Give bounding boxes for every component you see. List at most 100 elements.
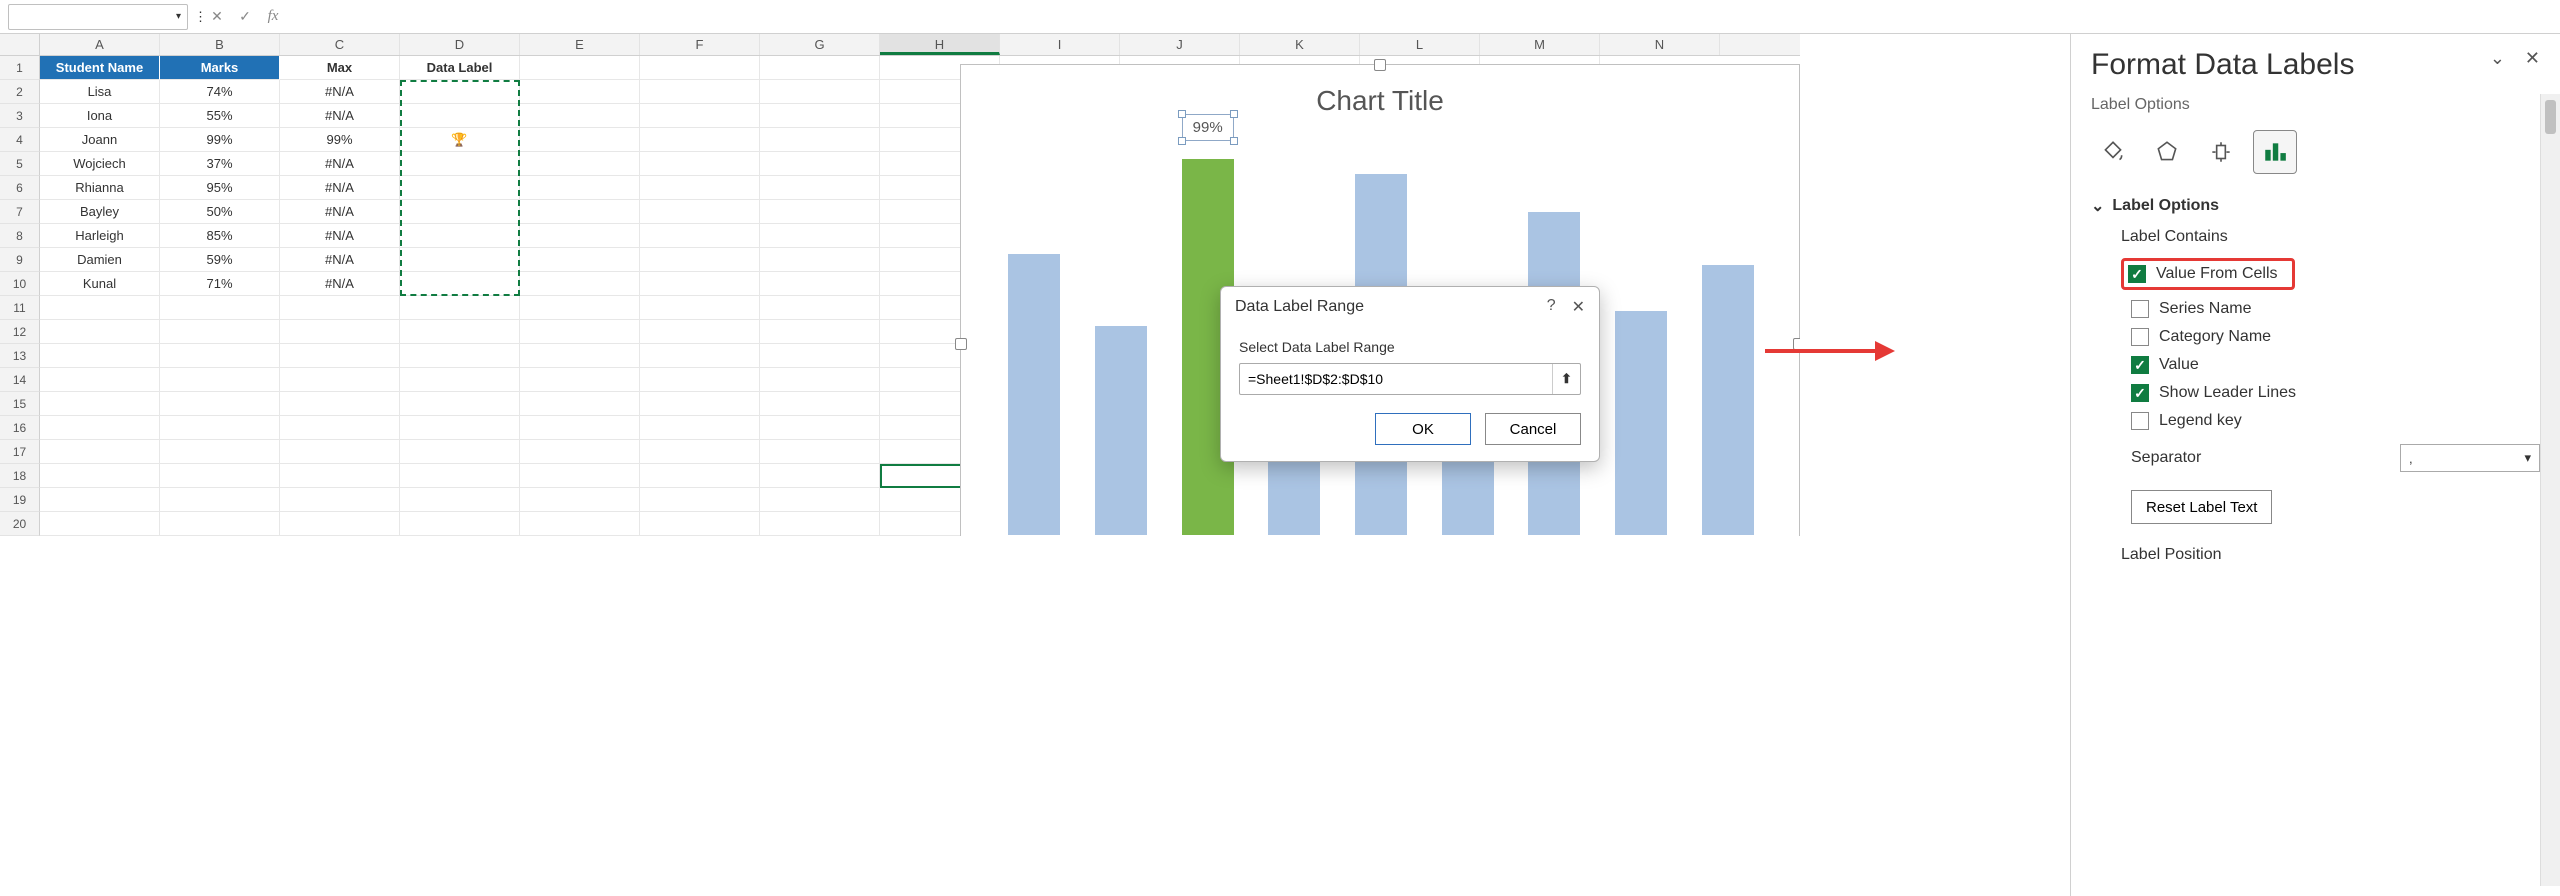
cell[interactable]	[760, 512, 880, 536]
legend-key-checkbox[interactable]	[2131, 412, 2149, 430]
cell[interactable]	[520, 488, 640, 512]
col-header[interactable]: D	[400, 34, 520, 55]
row-header[interactable]: 9	[0, 248, 40, 272]
category-name-checkbox[interactable]	[2131, 328, 2149, 346]
col-header[interactable]: F	[640, 34, 760, 55]
cell[interactable]	[520, 392, 640, 416]
cell[interactable]	[760, 464, 880, 488]
chart-data-label[interactable]: 99%	[1182, 114, 1234, 141]
cell[interactable]	[520, 224, 640, 248]
cell[interactable]	[760, 296, 880, 320]
cell[interactable]	[40, 344, 160, 368]
row-header[interactable]: 19	[0, 488, 40, 512]
cell-student[interactable]: Wojciech	[40, 152, 160, 176]
row-header[interactable]: 13	[0, 344, 40, 368]
cell[interactable]	[400, 416, 520, 440]
cell-student[interactable]: Bayley	[40, 200, 160, 224]
cell-student[interactable]: Joann	[40, 128, 160, 152]
cell[interactable]	[640, 320, 760, 344]
cell[interactable]	[760, 224, 880, 248]
resize-handle[interactable]	[1374, 59, 1386, 71]
row-header[interactable]: 18	[0, 464, 40, 488]
cell-marks[interactable]: 59%	[160, 248, 280, 272]
cell-marks[interactable]: 55%	[160, 104, 280, 128]
cell[interactable]	[640, 248, 760, 272]
header-cell[interactable]: Data Label	[400, 56, 520, 80]
cell[interactable]	[40, 512, 160, 536]
cell-max[interactable]: #N/A	[280, 272, 400, 296]
cell[interactable]	[160, 368, 280, 392]
col-header[interactable]: H	[880, 34, 1000, 55]
cell[interactable]	[40, 416, 160, 440]
formula-input[interactable]	[290, 4, 2552, 30]
col-header[interactable]: M	[1480, 34, 1600, 55]
chart-title[interactable]: Chart Title	[961, 65, 1799, 125]
accept-formula-icon[interactable]: ✓	[234, 6, 256, 28]
cancel-formula-icon[interactable]: ✕	[206, 6, 228, 28]
chart-bar[interactable]	[1702, 265, 1754, 535]
name-box[interactable]: ▾	[8, 4, 188, 30]
cell[interactable]	[520, 320, 640, 344]
cell[interactable]	[760, 80, 880, 104]
fx-icon[interactable]: fx	[262, 6, 284, 28]
cell-label[interactable]	[400, 152, 520, 176]
selection-handle[interactable]	[1178, 110, 1186, 118]
cell[interactable]	[520, 416, 640, 440]
cell-student[interactable]: Kunal	[40, 272, 160, 296]
cell[interactable]	[280, 416, 400, 440]
cell-label[interactable]	[400, 224, 520, 248]
col-header[interactable]: C	[280, 34, 400, 55]
cell[interactable]	[640, 488, 760, 512]
cell-max[interactable]: #N/A	[280, 152, 400, 176]
row-header[interactable]: 16	[0, 416, 40, 440]
value-from-cells-checkbox[interactable]	[2128, 265, 2146, 283]
cell-max[interactable]: #N/A	[280, 104, 400, 128]
cell[interactable]	[760, 128, 880, 152]
cell[interactable]	[760, 176, 880, 200]
cell[interactable]	[640, 440, 760, 464]
cell-student[interactable]: Rhianna	[40, 176, 160, 200]
cell[interactable]	[520, 512, 640, 536]
cell[interactable]	[640, 152, 760, 176]
cell[interactable]	[520, 248, 640, 272]
selection-handle[interactable]	[1178, 137, 1186, 145]
cell[interactable]	[520, 272, 640, 296]
help-icon[interactable]: ?	[1547, 297, 1556, 317]
panel-subtitle[interactable]: Label Options	[2091, 96, 2540, 114]
cell[interactable]	[40, 392, 160, 416]
row-header[interactable]: 7	[0, 200, 40, 224]
scrollbar[interactable]	[2540, 94, 2560, 886]
cell-marks[interactable]: 50%	[160, 200, 280, 224]
chevron-down-icon[interactable]: ⌄	[2490, 48, 2505, 69]
cell[interactable]	[520, 80, 640, 104]
cell[interactable]	[400, 440, 520, 464]
header-cell[interactable]: Marks	[160, 56, 280, 80]
cell[interactable]	[160, 392, 280, 416]
cell[interactable]	[160, 440, 280, 464]
cell[interactable]	[760, 344, 880, 368]
cell-marks[interactable]: 74%	[160, 80, 280, 104]
size-tab[interactable]	[2199, 130, 2243, 174]
cell-max[interactable]: #N/A	[280, 200, 400, 224]
cell[interactable]	[640, 464, 760, 488]
row-header[interactable]: 3	[0, 104, 40, 128]
cell[interactable]	[40, 488, 160, 512]
cell[interactable]	[160, 296, 280, 320]
row-header[interactable]: 8	[0, 224, 40, 248]
cell[interactable]	[520, 344, 640, 368]
cell[interactable]	[640, 128, 760, 152]
row-header[interactable]: 2	[0, 80, 40, 104]
selection-handle[interactable]	[1230, 137, 1238, 145]
chevron-down-icon[interactable]: ▾	[176, 11, 181, 22]
range-input[interactable]	[1240, 371, 1552, 387]
label-options-tab[interactable]	[2253, 130, 2297, 174]
cell[interactable]	[160, 464, 280, 488]
col-header[interactable]: J	[1120, 34, 1240, 55]
row-header[interactable]: 4	[0, 128, 40, 152]
cell[interactable]	[640, 200, 760, 224]
range-picker-icon[interactable]: ⬆	[1552, 364, 1580, 394]
cell-max[interactable]: 99%	[280, 128, 400, 152]
cell[interactable]	[520, 440, 640, 464]
cell[interactable]	[640, 224, 760, 248]
cell[interactable]	[760, 368, 880, 392]
